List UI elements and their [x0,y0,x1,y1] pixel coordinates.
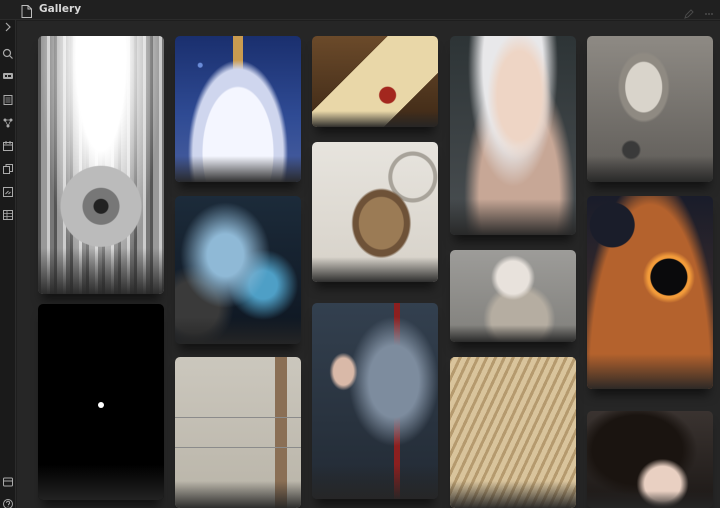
calendar-icon[interactable] [2,140,14,152]
white-dot [98,402,104,408]
title-bar: Gallery [0,0,720,20]
gallery-image-hooded-warrior[interactable] [175,196,301,344]
gallery-image-white-haired-woman[interactable] [450,36,576,235]
gallery-image-cosmic-planets[interactable] [587,196,713,389]
help-icon[interactable] [2,498,14,508]
gallery-image-armored-maiden[interactable] [312,303,438,499]
gallery-image-skull-monster[interactable] [587,36,713,182]
gallery-image-robot[interactable] [38,36,164,294]
gallery-image-black-dot[interactable] [38,304,164,500]
page-title: Gallery [39,3,82,15]
file-list-icon[interactable] [2,94,14,106]
terminal-icon[interactable] [2,186,14,198]
gallery-image-open-book[interactable] [450,357,576,508]
gallery-image-pale-woman[interactable] [450,250,576,342]
window-controls [684,4,714,19]
gallery-image-crab-creature[interactable] [312,142,438,282]
left-ribbon [0,20,16,508]
graph-icon[interactable] [2,117,14,129]
gallery-image-dark-haired-girl[interactable] [587,411,713,508]
tag-icon[interactable] [2,70,14,82]
chevron-right-icon[interactable] [2,21,14,33]
search-icon[interactable] [2,48,14,60]
more-options-icon[interactable] [704,4,714,15]
document-icon [21,3,32,18]
gallery-image-potion[interactable] [175,36,301,182]
image-gallery [17,21,720,508]
edit-icon[interactable] [684,4,694,19]
folder-icon[interactable] [2,476,14,488]
gallery-image-wax-seal[interactable] [312,36,438,127]
copy-icon[interactable] [2,163,14,175]
gallery-image-weapon-sketches[interactable] [175,357,301,508]
table-icon[interactable] [2,209,14,221]
